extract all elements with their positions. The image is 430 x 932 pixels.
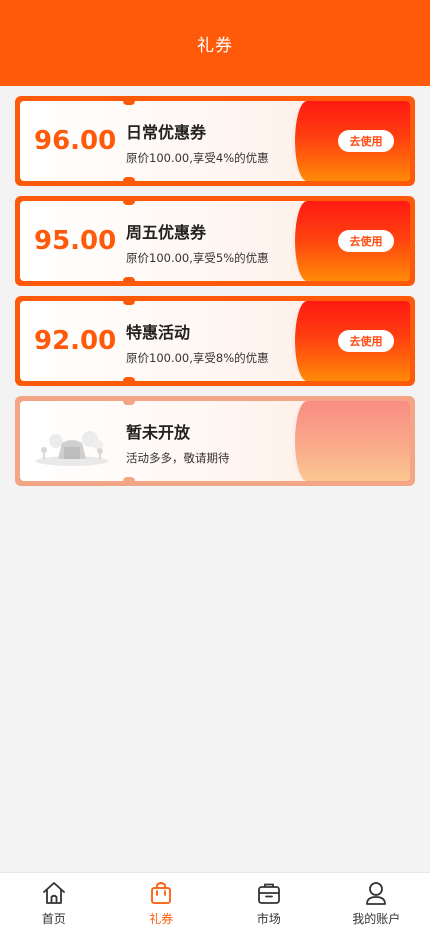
bottom-tab-bar: 首页 礼券 市场 我的账户 <box>0 872 430 932</box>
coupon-body: 92.00 特惠活动 原价100.00,享受8%的优惠 去使用 <box>20 301 410 381</box>
home-icon <box>42 882 65 904</box>
gift-bag-icon <box>151 882 172 904</box>
coupon-amount: 96.00 <box>34 126 117 156</box>
coupon-description: 原价100.00,享受8%的优惠 <box>126 351 269 365</box>
coupon-notch <box>123 201 135 205</box>
coupon-notch <box>123 301 135 305</box>
coupon-description: 原价100.00,享受5%的优惠 <box>126 251 269 265</box>
tab-label: 市场 <box>256 912 281 926</box>
coupon-amount: 92.00 <box>34 326 117 356</box>
coupon-description: 原价100.00,享受4%的优惠 <box>126 151 269 165</box>
coupon-notch <box>123 101 135 105</box>
coupon-notch <box>123 377 135 381</box>
coupon-card[interactable]: 95.00 周五优惠券 原价100.00,享受5%的优惠 去使用 <box>15 196 415 286</box>
coupon-name: 周五优惠券 <box>126 223 207 242</box>
page-header: 礼券 <box>0 0 430 86</box>
use-coupon-button[interactable]: 去使用 <box>338 130 394 152</box>
use-coupon-button[interactable]: 去使用 <box>338 230 394 252</box>
coupon-notch <box>123 401 135 405</box>
coupon-card[interactable]: 96.00 日常优惠券 原价100.00,享受4%的优惠 去使用 <box>15 96 415 186</box>
placeholder-title: 暂未开放 <box>126 423 191 442</box>
coupon-notch <box>123 277 135 281</box>
tab-home[interactable]: 首页 <box>0 873 108 932</box>
tab-label: 礼券 <box>149 912 174 926</box>
coupon-name: 日常优惠券 <box>126 123 207 142</box>
coupon-action-panel <box>292 401 410 481</box>
tab-account[interactable]: 我的账户 <box>323 873 430 932</box>
coupon-body: 96.00 日常优惠券 原价100.00,享受4%的优惠 去使用 <box>20 101 410 181</box>
tab-coupons[interactable]: 礼券 <box>108 873 216 932</box>
page-title: 礼券 <box>197 35 233 56</box>
use-coupon-button[interactable]: 去使用 <box>338 330 394 352</box>
coupon-amount: 95.00 <box>34 226 117 256</box>
coupon-body: 暂未开放 活动多多，敬请期待 <box>20 401 410 481</box>
tab-market[interactable]: 市场 <box>215 873 323 932</box>
coupon-body: 95.00 周五优惠券 原价100.00,享受5%的优惠 去使用 <box>20 201 410 281</box>
coupon-notch <box>123 177 135 181</box>
tab-label: 我的账户 <box>352 912 401 926</box>
placeholder-description: 活动多多，敬请期待 <box>126 451 230 465</box>
empty-state-illustration-icon <box>36 431 108 466</box>
coupon-placeholder-card: 暂未开放 活动多多，敬请期待 <box>15 396 415 486</box>
tab-label: 首页 <box>41 912 66 926</box>
briefcase-icon <box>257 883 280 904</box>
coupon-name: 特惠活动 <box>126 323 191 342</box>
coupon-notch <box>123 477 135 481</box>
coupon-card[interactable]: 92.00 特惠活动 原价100.00,享受8%的优惠 去使用 <box>15 296 415 386</box>
user-icon <box>366 882 387 905</box>
